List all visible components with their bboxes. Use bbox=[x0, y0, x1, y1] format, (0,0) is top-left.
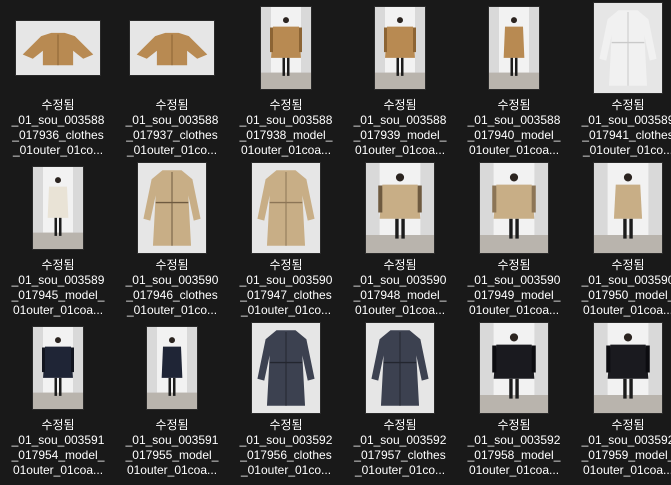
model-photo-thumbnail[interactable] bbox=[33, 167, 83, 249]
thumbnail-slot[interactable] bbox=[345, 323, 455, 413]
thumbnail-slot[interactable] bbox=[459, 3, 569, 93]
file-name-label: 수정됨 _01_sou_003590 _017947_clothes _01ou… bbox=[239, 258, 333, 317]
thumbnail-slot[interactable] bbox=[231, 3, 341, 93]
file-name-label: 수정됨 _01_sou_003590 _017950_model_ 01oute… bbox=[581, 258, 671, 317]
tan-jacket-back-image bbox=[130, 21, 214, 75]
thumbnail-slot[interactable] bbox=[231, 163, 341, 253]
model-photo-thumbnail[interactable] bbox=[594, 163, 662, 253]
thumbnail-slot[interactable] bbox=[117, 3, 227, 93]
thumbnail-slot[interactable] bbox=[573, 3, 671, 93]
thumbnail-slot[interactable] bbox=[3, 163, 113, 253]
file-name-label: 수정됨 _01_sou_003590 _017948_model_ 01oute… bbox=[353, 258, 447, 317]
file-item[interactable]: 수정됨 _01_sou_003592 _017959_model_ 01oute… bbox=[573, 323, 671, 481]
file-item[interactable]: 수정됨 _01_sou_003588 _017938_model_ 01oute… bbox=[231, 3, 341, 161]
clothes-photo-thumbnail[interactable] bbox=[252, 163, 320, 253]
model-photo-thumbnail[interactable] bbox=[33, 327, 83, 409]
grey-coat-image bbox=[252, 323, 320, 413]
thumbnail-slot[interactable] bbox=[573, 163, 671, 253]
navy-coat-image bbox=[33, 327, 83, 409]
thumbnail-slot[interactable] bbox=[117, 163, 227, 253]
file-name-label: 수정됨 _01_sou_003588 _017939_model_ 01oute… bbox=[353, 98, 447, 157]
file-item[interactable]: 수정됨 _01_sou_003590 _017947_clothes _01ou… bbox=[231, 163, 341, 321]
file-item[interactable]: 수정됨 _01_sou_003592 _017957_clothes _01ou… bbox=[345, 323, 455, 481]
file-item[interactable]: 수정됨 _01_sou_003588 _017940_model_ 01oute… bbox=[459, 3, 569, 161]
model-photo-thumbnail[interactable] bbox=[147, 327, 197, 409]
file-name-label: 수정됨 _01_sou_003589 _017941_clothes _01ou… bbox=[581, 98, 671, 157]
dark-coat-image bbox=[480, 323, 548, 413]
file-name-label: 수정됨 _01_sou_003588 _017937_clothes _01ou… bbox=[125, 98, 219, 157]
file-item[interactable]: 수정됨 _01_sou_003590 _017950_model_ 01oute… bbox=[573, 163, 671, 321]
tan-jacket-image bbox=[16, 21, 100, 75]
file-item[interactable]: 수정됨 _01_sou_003591 _017954_model_ 01oute… bbox=[3, 323, 113, 481]
file-item[interactable]: 수정됨 _01_sou_003589 _017945_model_ 01oute… bbox=[3, 163, 113, 321]
thumbnail-slot[interactable] bbox=[117, 323, 227, 413]
tan-jacket-back-image bbox=[375, 7, 425, 89]
file-item[interactable]: 수정됨 _01_sou_003590 _017946_clothes _01ou… bbox=[117, 163, 227, 321]
file-name-label: 수정됨 _01_sou_003588 _017938_model_ 01oute… bbox=[239, 98, 333, 157]
file-name-label: 수정됨 _01_sou_003591 _017955_model_ 01oute… bbox=[125, 418, 219, 477]
thumbnail-slot[interactable] bbox=[459, 163, 569, 253]
file-name-label: 수정됨 _01_sou_003592 _017958_model_ 01oute… bbox=[467, 418, 561, 477]
model-photo-thumbnail[interactable] bbox=[480, 323, 548, 413]
clothes-photo-thumbnail[interactable] bbox=[366, 323, 434, 413]
file-item[interactable]: 수정됨 _01_sou_003592 _017956_clothes _01ou… bbox=[231, 323, 341, 481]
clothes-photo-thumbnail[interactable] bbox=[594, 3, 662, 93]
file-item[interactable]: 수정됨 _01_sou_003589 _017941_clothes _01ou… bbox=[573, 3, 671, 161]
white-coat-image bbox=[594, 3, 662, 93]
thumbnail-slot[interactable] bbox=[3, 3, 113, 93]
trench-coat-side-image bbox=[594, 163, 662, 253]
file-item[interactable]: 수정됨 _01_sou_003588 _017937_clothes _01ou… bbox=[117, 3, 227, 161]
file-item[interactable]: 수정됨 _01_sou_003590 _017949_model_ 01oute… bbox=[459, 163, 569, 321]
file-item[interactable]: 수정됨 _01_sou_003588 _017939_model_ 01oute… bbox=[345, 3, 455, 161]
navy-coat-side-image bbox=[147, 327, 197, 409]
clothes-photo-thumbnail[interactable] bbox=[130, 21, 214, 75]
file-name-label: 수정됨 _01_sou_003588 _017940_model_ 01oute… bbox=[467, 98, 561, 157]
model-photo-thumbnail[interactable] bbox=[261, 7, 311, 89]
model-photo-thumbnail[interactable] bbox=[489, 7, 539, 89]
thumbnail-slot[interactable] bbox=[345, 163, 455, 253]
file-name-label: 수정됨 _01_sou_003589 _017945_model_ 01oute… bbox=[11, 258, 105, 317]
trench-coat-image bbox=[138, 163, 206, 253]
thumbnail-slot[interactable] bbox=[345, 3, 455, 93]
thumbnail-slot[interactable] bbox=[231, 323, 341, 413]
clothes-photo-thumbnail[interactable] bbox=[16, 21, 100, 75]
file-name-label: 수정됨 _01_sou_003591 _017954_model_ 01oute… bbox=[11, 418, 105, 477]
model-photo-thumbnail[interactable] bbox=[366, 163, 434, 253]
thumbnail-slot[interactable] bbox=[573, 323, 671, 413]
trench-coat-back-image bbox=[480, 163, 548, 253]
trench-coat-back-image bbox=[252, 163, 320, 253]
file-item[interactable]: 수정됨 _01_sou_003591 _017955_model_ 01oute… bbox=[117, 323, 227, 481]
file-name-label: 수정됨 _01_sou_003590 _017946_clothes _01ou… bbox=[125, 258, 219, 317]
white-coat-side-image bbox=[33, 167, 83, 249]
thumbnail-slot[interactable] bbox=[3, 323, 113, 413]
dark-coat-back-image bbox=[594, 323, 662, 413]
model-photo-thumbnail[interactable] bbox=[375, 7, 425, 89]
trench-coat-image bbox=[366, 163, 434, 253]
thumbnail-slot[interactable] bbox=[459, 323, 569, 413]
file-item[interactable]: 수정됨 _01_sou_003588 _017936_clothes _01ou… bbox=[3, 3, 113, 161]
tan-jacket-image bbox=[261, 7, 311, 89]
model-photo-thumbnail[interactable] bbox=[594, 323, 662, 413]
clothes-photo-thumbnail[interactable] bbox=[138, 163, 206, 253]
file-name-label: 수정됨 _01_sou_003592 _017957_clothes _01ou… bbox=[353, 418, 447, 477]
clothes-photo-thumbnail[interactable] bbox=[252, 323, 320, 413]
file-item[interactable]: 수정됨 _01_sou_003592 _017958_model_ 01oute… bbox=[459, 323, 569, 481]
file-name-label: 수정됨 _01_sou_003592 _017956_clothes _01ou… bbox=[239, 418, 333, 477]
file-name-label: 수정됨 _01_sou_003588 _017936_clothes _01ou… bbox=[11, 98, 105, 157]
model-photo-thumbnail[interactable] bbox=[480, 163, 548, 253]
file-item[interactable]: 수정됨 _01_sou_003590 _017948_model_ 01oute… bbox=[345, 163, 455, 321]
file-grid: 수정됨 _01_sou_003588 _017936_clothes _01ou… bbox=[0, 0, 671, 485]
tan-jacket-side-image bbox=[489, 7, 539, 89]
file-name-label: 수정됨 _01_sou_003590 _017949_model_ 01oute… bbox=[467, 258, 561, 317]
file-name-label: 수정됨 _01_sou_003592 _017959_model_ 01oute… bbox=[581, 418, 671, 477]
grey-coat-back-image bbox=[366, 323, 434, 413]
